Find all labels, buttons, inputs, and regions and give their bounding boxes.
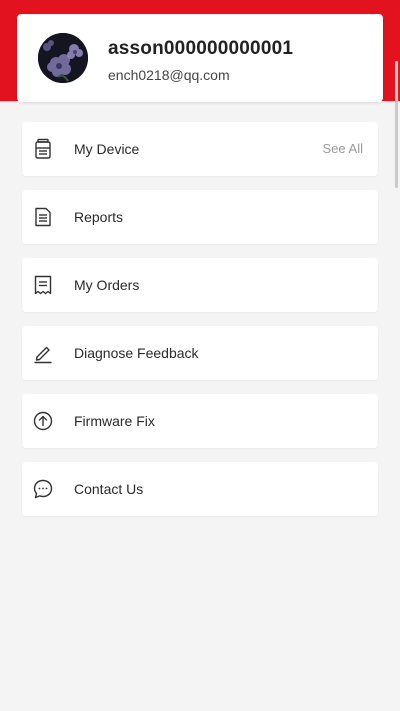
menu-item-label: Diagnose Feedback bbox=[74, 345, 199, 361]
user-email: ench0218@qq.com bbox=[108, 67, 230, 83]
menu-item-label: Reports bbox=[74, 209, 124, 225]
upload-arrow-icon bbox=[32, 410, 54, 432]
receipt-icon bbox=[32, 274, 54, 296]
menu-item-my-device[interactable]: My Device See All bbox=[22, 122, 378, 176]
menu-item-contact-us[interactable]: Contact Us bbox=[22, 462, 378, 516]
menu-item-reports[interactable]: Reports bbox=[22, 190, 378, 244]
username: asson000000000001 bbox=[108, 38, 294, 59]
see-all-link[interactable]: See All bbox=[323, 122, 363, 176]
chat-bubble-icon bbox=[32, 478, 54, 500]
scrollbar[interactable] bbox=[395, 61, 398, 188]
menu-item-firmware-fix[interactable]: Firmware Fix bbox=[22, 394, 378, 448]
device-icon bbox=[32, 138, 54, 160]
menu-item-label: My Device bbox=[74, 141, 140, 157]
pencil-icon bbox=[32, 342, 54, 364]
menu-item-label: My Orders bbox=[74, 277, 140, 293]
avatar-flower-image bbox=[38, 33, 88, 83]
menu-item-label: Firmware Fix bbox=[74, 413, 155, 429]
menu-item-label: Contact Us bbox=[74, 481, 144, 497]
menu-item-my-orders[interactable]: My Orders bbox=[22, 258, 378, 312]
document-icon bbox=[32, 206, 54, 228]
menu-item-diagnose-feedback[interactable]: Diagnose Feedback bbox=[22, 326, 378, 380]
profile-card[interactable]: asson000000000001 ench0218@qq.com bbox=[17, 14, 383, 102]
menu-list: My Device See All Reports My Orders Diag… bbox=[22, 122, 378, 530]
avatar[interactable] bbox=[38, 33, 88, 83]
